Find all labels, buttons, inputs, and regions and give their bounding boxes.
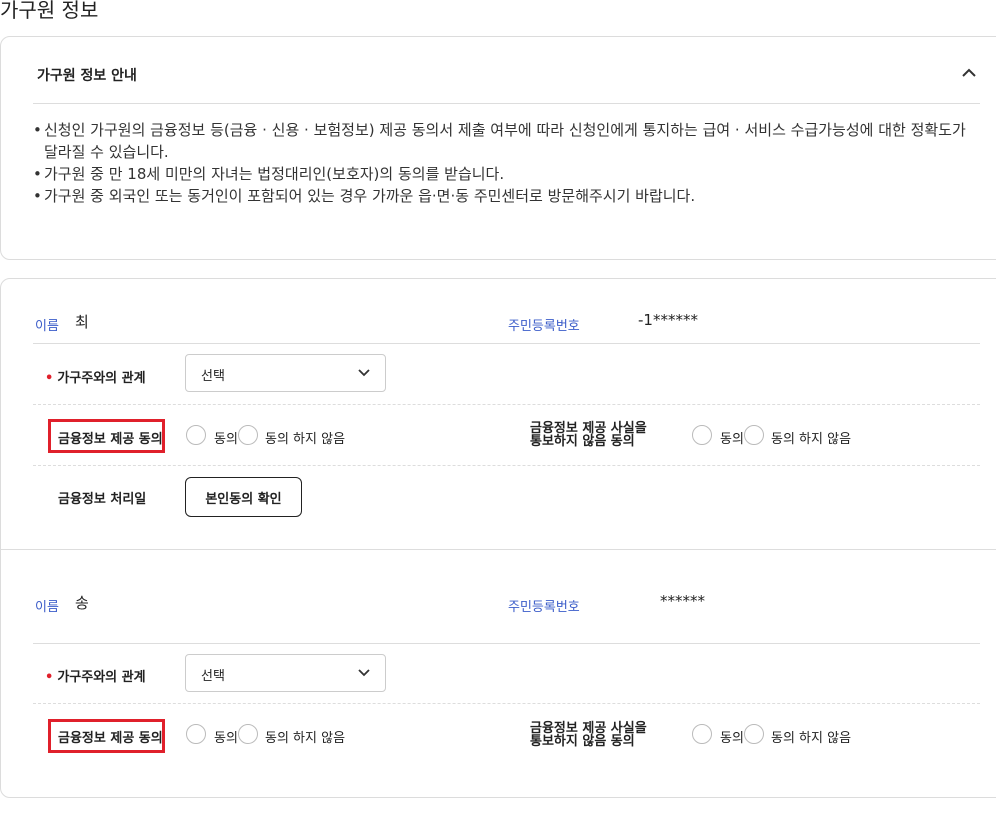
relation-select[interactable]: 선택	[185, 654, 386, 692]
relation-label: • 가구주와의 관계	[45, 666, 146, 685]
guide-bullet: 가구원 중 만 18세 미만의 자녀는 법정대리인(보호자)의 동의를 받습니다…	[33, 163, 978, 185]
consent-label: 금융정보 제공 동의	[58, 432, 163, 447]
relation-label: • 가구주와의 관계	[45, 367, 146, 386]
process-date-label: 금융정보 처리일	[58, 492, 147, 507]
row-divider	[33, 465, 980, 466]
consent-label: 금융정보 제공 동의	[58, 731, 163, 746]
notice-no-label: 동의 하지 않음	[771, 731, 852, 746]
notice-label: 금융정보 제공 사실을 통보하지 않음 동의	[530, 422, 647, 448]
notice-label-line2: 통보하지 않음 동의	[530, 734, 635, 749]
consent-yes-radio[interactable]	[186, 425, 206, 445]
relation-label-text: 가구주와의 관계	[57, 670, 146, 685]
row-divider	[33, 343, 980, 344]
page-title: 가구원 정보	[0, 0, 99, 22]
rrn-label: 주민등록번호	[508, 600, 580, 615]
rrn-value: -1******	[638, 311, 698, 329]
member-divider	[1, 549, 996, 550]
required-dot: •	[45, 670, 54, 685]
rrn-label: 주민등록번호	[508, 319, 580, 334]
guide-bullet: 가구원 중 외국인 또는 동거인이 포함되어 있는 경우 가까운 읍·면·동 주…	[33, 185, 978, 207]
guide-bullet: 신청인 가구원의 금융정보 등(금융 · 신용 · 보험정보) 제공 동의서 제…	[33, 119, 978, 163]
notice-yes-radio[interactable]	[692, 425, 712, 445]
chevron-down-icon	[358, 369, 370, 377]
member-entry: 이름 최 주민등록번호 -1****** • 가구주와의 관계 선택 금융정보 제…	[1, 279, 996, 550]
row-divider	[33, 703, 980, 704]
chevron-up-icon[interactable]	[959, 65, 979, 81]
guide-divider	[33, 103, 980, 104]
required-dot: •	[45, 371, 54, 386]
name-value: 송	[75, 594, 89, 612]
relation-select-value: 선택	[201, 369, 225, 384]
consent-no-radio[interactable]	[238, 425, 258, 445]
consent-no-radio[interactable]	[238, 724, 258, 744]
member-entry: 이름 송 주민등록번호 ****** • 가구주와의 관계 선택 금융정보 제공 …	[1, 564, 996, 834]
consent-no-label: 동의 하지 않음	[265, 731, 346, 746]
consent-no-label: 동의 하지 않음	[265, 432, 346, 447]
notice-no-radio[interactable]	[744, 425, 764, 445]
chevron-down-icon	[358, 669, 370, 677]
consent-yes-label: 동의	[214, 731, 238, 746]
notice-no-radio[interactable]	[744, 724, 764, 744]
name-label: 이름	[35, 600, 59, 615]
members-panel: 이름 최 주민등록번호 -1****** • 가구주와의 관계 선택 금융정보 제…	[0, 278, 996, 798]
rrn-value: ******	[660, 592, 705, 610]
relation-select[interactable]: 선택	[185, 354, 386, 392]
notice-no-label: 동의 하지 않음	[771, 432, 852, 447]
relation-label-text: 가구주와의 관계	[57, 371, 146, 386]
notice-label: 금융정보 제공 사실을 통보하지 않음 동의	[530, 722, 647, 748]
notice-label-line2: 통보하지 않음 동의	[530, 434, 635, 449]
name-label: 이름	[35, 319, 59, 334]
notice-yes-radio[interactable]	[692, 724, 712, 744]
self-consent-check-button[interactable]: 본인동의 확인	[185, 477, 302, 517]
relation-select-value: 선택	[201, 669, 225, 684]
guide-bullets: 신청인 가구원의 금융정보 등(금융 · 신용 · 보험정보) 제공 동의서 제…	[33, 119, 978, 207]
guide-panel: 가구원 정보 안내 신청인 가구원의 금융정보 등(금융 · 신용 · 보험정보…	[0, 36, 996, 260]
name-value: 최	[75, 313, 89, 331]
consent-yes-label: 동의	[214, 432, 238, 447]
row-divider	[33, 643, 980, 644]
guide-title: 가구원 정보 안내	[37, 68, 137, 84]
consent-yes-radio[interactable]	[186, 724, 206, 744]
row-divider	[33, 404, 980, 405]
notice-yes-label: 동의	[720, 432, 744, 447]
notice-yes-label: 동의	[720, 731, 744, 746]
